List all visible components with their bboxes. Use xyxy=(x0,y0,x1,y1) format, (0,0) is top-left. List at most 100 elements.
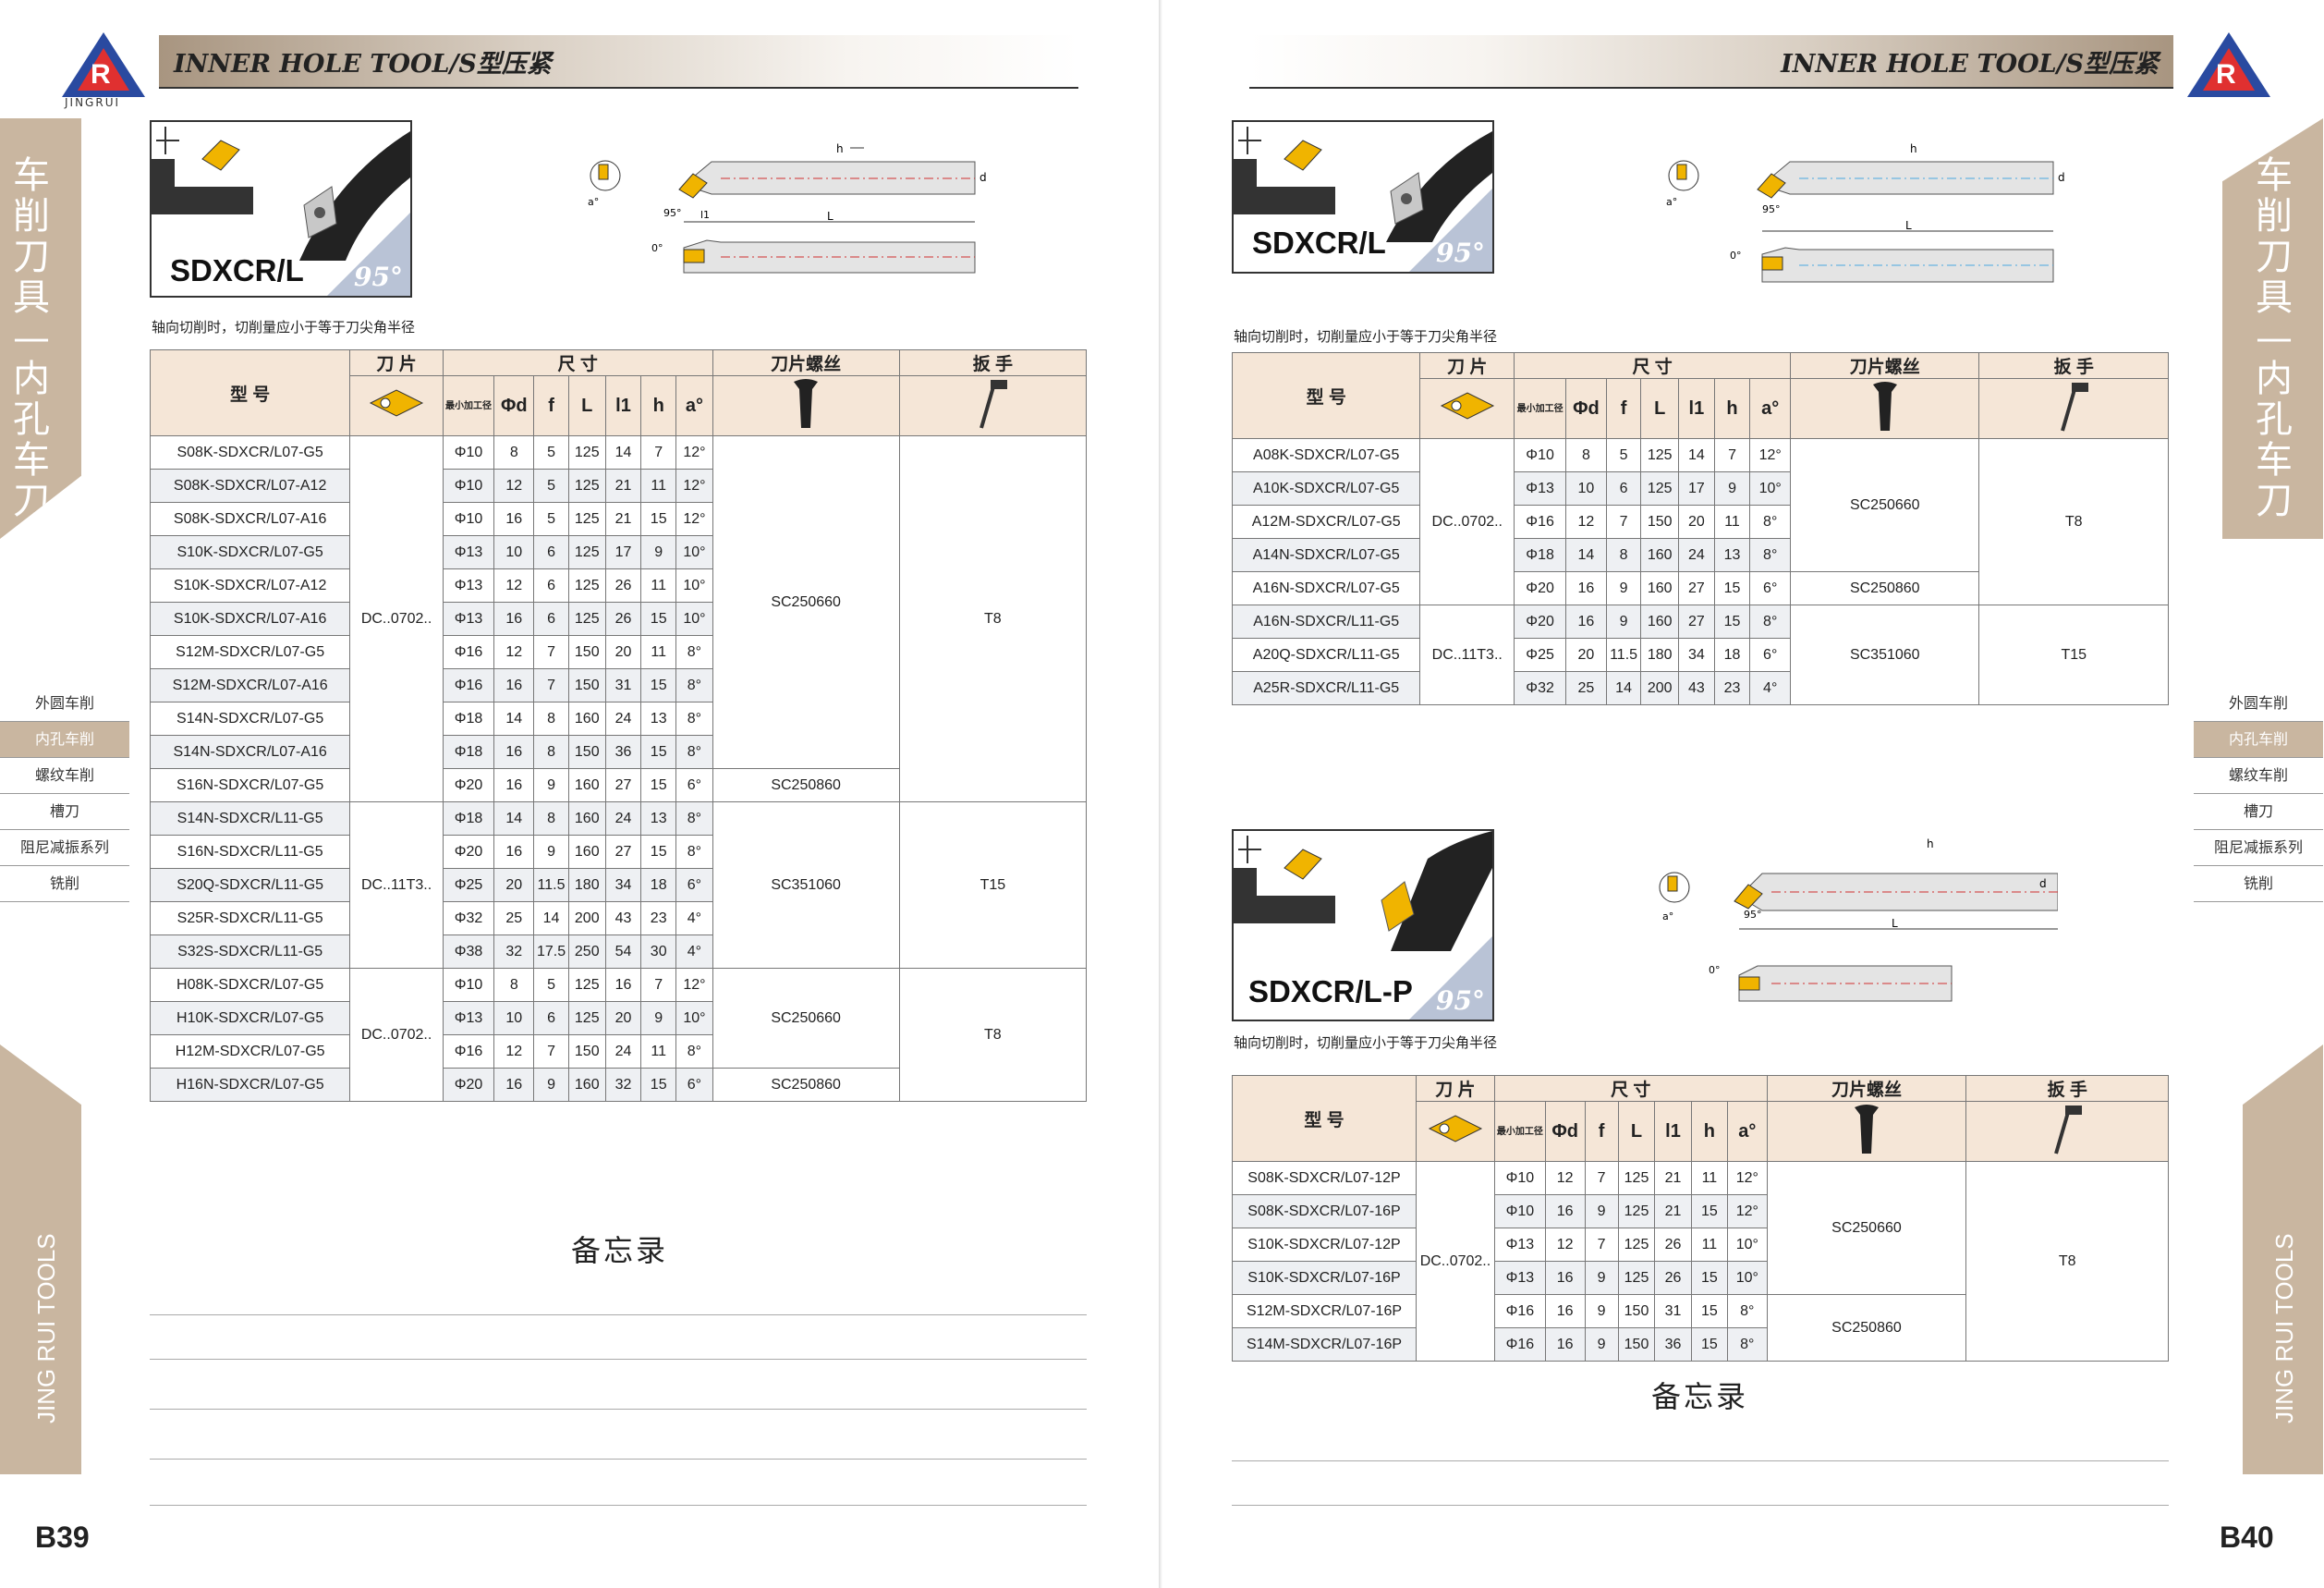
size-cell: 160 xyxy=(1640,571,1680,605)
size-cell: 11.5 xyxy=(1605,638,1642,672)
size-cell: 6° xyxy=(675,1068,713,1102)
menu-item-threading[interactable]: 螺纹车削 xyxy=(2194,758,2323,794)
size-cell: 17.5 xyxy=(533,934,569,969)
size-cell: 7 xyxy=(1605,505,1642,539)
size-cell: 16 xyxy=(493,668,535,702)
size-cell: 11 xyxy=(1713,505,1751,539)
insert-cell: DC..0702.. xyxy=(1419,438,1515,605)
model-cell: S10K-SDXCR/L07-16P xyxy=(1232,1261,1417,1295)
size-cell: 10° xyxy=(1727,1228,1768,1262)
model-cell: S16N-SDXCR/L11-G5 xyxy=(149,835,351,869)
page-number-right: B40 xyxy=(2220,1521,2274,1554)
size-cell: 150 xyxy=(1617,1294,1656,1328)
size-cell: 9 xyxy=(1584,1294,1619,1328)
dim-L: L xyxy=(1892,917,1898,930)
th-insert: 刀 片 xyxy=(1419,352,1515,379)
size-cell: 11 xyxy=(640,1034,677,1069)
size-cell: 23 xyxy=(640,901,677,935)
model-cell: S08K-SDXCR/L07-G5 xyxy=(149,435,351,470)
size-cell: 36 xyxy=(1654,1327,1692,1362)
th-col-l1: l1 xyxy=(1678,378,1715,439)
size-cell: 150 xyxy=(567,1034,606,1069)
toolholder-schematic-icon xyxy=(152,127,253,214)
size-cell: 8° xyxy=(675,702,713,736)
size-cell: 21 xyxy=(1654,1161,1692,1195)
th-min-bore: 最小加工径 xyxy=(1514,378,1567,439)
model-cell: S12M-SDXCR/L07-A16 xyxy=(149,668,351,702)
size-cell: 125 xyxy=(567,1001,606,1035)
size-cell: 125 xyxy=(1617,1261,1656,1295)
size-cell: 15 xyxy=(640,835,677,869)
menu-item-inner-turning[interactable]: 内孔车削 xyxy=(2194,722,2323,758)
size-cell: 8° xyxy=(1749,605,1792,639)
size-cell: 17 xyxy=(604,535,642,569)
size-cell: 54 xyxy=(604,934,642,969)
size-cell: 16 xyxy=(1544,1261,1586,1295)
size-cell: 26 xyxy=(604,568,642,603)
size-cell: 125 xyxy=(1617,1228,1656,1262)
size-cell: Φ18 xyxy=(1514,538,1567,572)
menu-item-threading[interactable]: 螺纹车削 xyxy=(0,758,129,794)
th-model: 型 号 xyxy=(149,349,351,436)
table-row: S08K-SDXCR/L07-G5 DC..0702.. Φ10 8 5 125 14 7 12… xyxy=(149,435,1088,802)
screw-cell: SC250660 xyxy=(1790,438,1980,572)
size-cell: Φ20 xyxy=(1514,571,1567,605)
size-cell: 25 xyxy=(493,901,535,935)
th-col-h: h xyxy=(1713,378,1751,439)
dim-d: d xyxy=(979,171,987,184)
menu-item-outer-turning[interactable]: 外圆车削 xyxy=(0,686,129,722)
size-cell: 10 xyxy=(1565,471,1607,506)
size-cell: 9 xyxy=(1584,1261,1619,1295)
menu-item-grooving[interactable]: 槽刀 xyxy=(0,794,129,830)
dim-d: d xyxy=(2039,877,2047,890)
size-cell: 7 xyxy=(533,1034,569,1069)
size-cell: 5 xyxy=(533,968,569,1002)
dimension-drawing-1: h d L 95° l1 a° 0° xyxy=(588,142,987,274)
size-cell: Φ25 xyxy=(1514,638,1567,672)
size-cell: 12° xyxy=(675,435,713,470)
menu-item-milling[interactable]: 铣削 xyxy=(2194,866,2323,902)
size-cell: 32 xyxy=(493,934,535,969)
th-col-L: L xyxy=(1617,1101,1656,1162)
size-cell: Φ18 xyxy=(442,801,495,836)
menu-item-grooving[interactable]: 槽刀 xyxy=(2194,794,2323,830)
size-cell: 10° xyxy=(1749,471,1792,506)
dimension-drawing-2: h d L 95° a° 0° xyxy=(1666,142,2065,283)
size-cell: 10 xyxy=(493,535,535,569)
size-cell: 12° xyxy=(1749,438,1792,472)
size-cell: 10° xyxy=(675,568,713,603)
size-cell: Φ13 xyxy=(1493,1228,1546,1262)
size-cell: 9 xyxy=(533,768,569,802)
menu-item-outer-turning[interactable]: 外圆车削 xyxy=(2194,686,2323,722)
th-size: 尺 寸 xyxy=(442,349,713,376)
memo-line xyxy=(150,1505,1087,1506)
size-cell: Φ13 xyxy=(442,602,495,636)
size-cell: 8° xyxy=(675,668,713,702)
menu-item-milling[interactable]: 铣削 xyxy=(0,866,129,902)
size-cell: 14 xyxy=(493,702,535,736)
menu-item-anti-vibration[interactable]: 阻尼减振系列 xyxy=(0,830,129,866)
menu-item-inner-turning[interactable]: 内孔车削 xyxy=(0,722,129,758)
size-cell: 8° xyxy=(675,801,713,836)
size-cell: 12° xyxy=(675,502,713,536)
size-cell: 8 xyxy=(493,968,535,1002)
size-cell: 16 xyxy=(1565,605,1607,639)
size-cell: 16 xyxy=(1544,1194,1586,1228)
menu-item-anti-vibration[interactable]: 阻尼减振系列 xyxy=(2194,830,2323,866)
size-cell: 16 xyxy=(493,1068,535,1102)
size-cell: 11.5 xyxy=(533,868,569,902)
wrench-cell: T15 xyxy=(1978,605,2169,705)
insert-diamond-icon xyxy=(1419,378,1515,439)
size-cell: 9 xyxy=(1584,1194,1619,1228)
th-col-a: a° xyxy=(675,375,713,436)
size-cell: 15 xyxy=(1713,605,1751,639)
size-cell: 11 xyxy=(1690,1161,1729,1195)
size-cell: 5 xyxy=(533,469,569,503)
category-menu-left: 外圆车削 内孔车削 螺纹车削 槽刀 阻尼减振系列 铣削 xyxy=(0,686,129,902)
th-col-d: Φd xyxy=(1544,1101,1586,1162)
header-title-right: INNER HOLE TOOL/S型压紧 xyxy=(1781,49,2159,79)
size-cell: 15 xyxy=(1690,1261,1729,1295)
insert-diamond-icon xyxy=(1416,1101,1495,1162)
product-name: SDXCR/L xyxy=(170,253,304,287)
size-cell: Φ13 xyxy=(442,568,495,603)
